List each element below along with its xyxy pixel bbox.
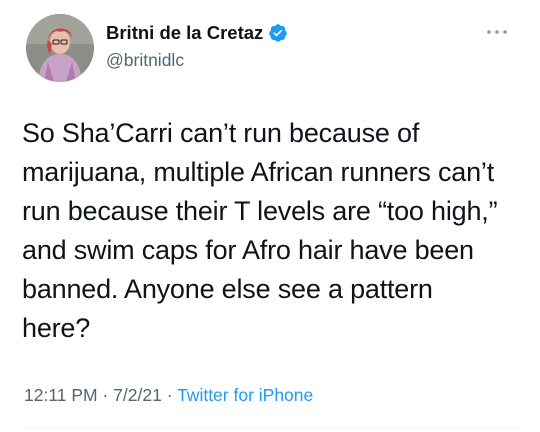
tweet-text-line: here? xyxy=(22,313,91,343)
more-options-icon[interactable] xyxy=(480,22,514,42)
tweet-text: So Sha’Carri can’t run because of mariju… xyxy=(22,114,522,348)
tweet-time[interactable]: 12:11 PM xyxy=(24,385,98,405)
avatar[interactable] xyxy=(26,14,94,82)
tweet-card: Britni de la Cretaz @britnidlc So Sha’Ca… xyxy=(0,0,540,432)
tweet-text-line: run because their T levels are “too high… xyxy=(22,196,498,226)
tweet-text-line: and swim caps for Afro hair have been xyxy=(22,235,474,265)
author-handle[interactable]: @britnidlc xyxy=(106,50,184,71)
tweet-source-link[interactable]: Twitter for iPhone xyxy=(177,385,313,405)
meta-separator: · xyxy=(161,385,178,405)
tweet-text-line: marijuana, multiple African runners can’… xyxy=(22,157,495,187)
display-name[interactable]: Britni de la Cretaz xyxy=(106,22,263,44)
profile-photo-icon xyxy=(26,14,94,82)
tweet-text-line: banned. Anyone else see a pattern xyxy=(22,274,433,304)
author-name-row[interactable]: Britni de la Cretaz xyxy=(106,22,288,44)
tweet-date[interactable]: 7/2/21 xyxy=(113,385,162,405)
divider xyxy=(22,428,520,429)
verified-badge-icon xyxy=(268,23,288,43)
meta-separator: · xyxy=(97,385,114,405)
tweet-text-line: So Sha’Carri can’t run because of xyxy=(22,118,420,148)
tweet-meta: 12:11 PM · 7/2/21 · Twitter for iPhone xyxy=(24,385,313,406)
